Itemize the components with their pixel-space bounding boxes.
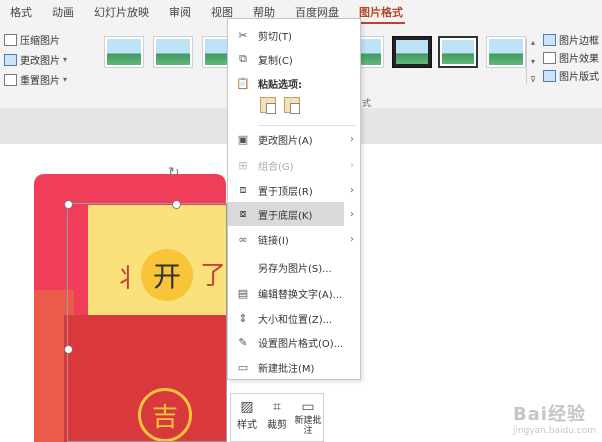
picture-style-thumb[interactable] — [438, 36, 478, 68]
new-comment-icon: ▭ — [237, 360, 249, 374]
reset-picture-icon — [4, 73, 17, 86]
watermark: Bai经验 jingyan.baidu.com — [512, 404, 596, 436]
tab-format[interactable]: 格式 — [0, 0, 42, 26]
style-icon: ▨ — [240, 399, 254, 415]
chevron-down-icon[interactable]: ▾ — [531, 57, 535, 66]
link-icon: ∞ — [238, 232, 248, 246]
menu-item-edit-alt-text[interactable]: ▤ 编辑替换文字(A)... — [228, 281, 360, 305]
picture-style-thumb[interactable] — [104, 36, 144, 68]
chevron-right-icon: › — [350, 133, 354, 145]
rotate-handle-icon[interactable]: ↻ — [168, 165, 180, 181]
picture-effects-button[interactable]: 图片效果 — [543, 50, 599, 65]
chevron-right-icon: › — [350, 208, 354, 220]
size-position-icon: ⇕ — [238, 311, 248, 325]
mini-toolbar: ▨ 样式 ⌗ 裁剪 ▭ 新建批注 — [230, 393, 324, 442]
chevron-down-icon: ▾ — [63, 55, 68, 64]
tab-slideshow[interactable]: 幻灯片放映 — [84, 0, 159, 26]
menu-item-copy[interactable]: ⧉ 复制(C) — [228, 47, 360, 71]
menu-item-change-picture[interactable]: ▣ 更改图片(A) › — [228, 127, 360, 151]
comment-icon: ▭ — [301, 399, 315, 415]
context-menu: ✂ 剪切(T) ⧉ 复制(C) 📋 粘贴选项: ▣ 更改图片(A) › ⊞ 组合… — [227, 18, 361, 380]
more-icon[interactable]: ⊽ — [530, 75, 536, 84]
picture-style-thumb[interactable] — [153, 36, 193, 68]
menu-separator — [258, 125, 356, 126]
send-to-back-icon: ⧇ — [239, 207, 247, 220]
paste-options-row — [260, 97, 300, 114]
change-picture-icon: ▣ — [237, 132, 249, 146]
menu-item-save-as-picture[interactable]: 另存为图片(S)... — [228, 255, 360, 279]
group-icon: ⊞ — [238, 158, 248, 172]
effects-icon — [543, 51, 556, 64]
menu-label-paste-options: 📋 粘贴选项: — [236, 76, 302, 91]
style-button[interactable]: ▨ 样式 — [233, 398, 261, 431]
menu-item-new-comment[interactable]: ▭ 新建批注(M) — [228, 355, 360, 379]
menu-item-format-picture[interactable]: ✎ 设置图片格式(O)... — [228, 330, 360, 354]
picture-layout-button[interactable]: 图片版式 — [543, 68, 599, 83]
menu-item-bring-to-front[interactable]: ⧈ 置于顶层(R) › — [228, 178, 360, 202]
tab-animations[interactable]: 动画 — [42, 0, 84, 26]
resize-handle[interactable] — [64, 345, 73, 354]
paste-picture-icon[interactable] — [284, 97, 300, 114]
format-picture-icon: ✎ — [238, 335, 248, 349]
border-icon — [543, 33, 556, 46]
menu-item-send-to-back[interactable]: ⧇ 置于底层(K) — [228, 202, 344, 226]
resize-handle[interactable] — [172, 200, 181, 209]
chevron-right-icon: › — [350, 184, 354, 196]
paste-keep-format-icon[interactable] — [260, 97, 276, 114]
picture-style-thumb[interactable] — [486, 36, 526, 68]
tab-review[interactable]: 审阅 — [159, 0, 201, 26]
paste-icon: 📋 — [236, 76, 250, 90]
compress-icon — [4, 33, 17, 46]
reset-picture-button[interactable]: 重置图片 ▾ — [4, 72, 67, 87]
bring-to-front-icon: ⧈ — [239, 183, 247, 196]
chevron-right-icon: › — [350, 159, 354, 171]
chevron-right-icon: › — [350, 233, 354, 245]
picture-border-button[interactable]: 图片边框 — [543, 32, 599, 47]
layout-icon — [543, 69, 556, 82]
chevron-down-icon: ▾ — [63, 75, 68, 84]
crop-button[interactable]: ⌗ 裁剪 — [263, 398, 291, 431]
menu-item-size-position[interactable]: ⇕ 大小和位置(Z)... — [228, 306, 360, 330]
menu-item-link[interactable]: ∞ 链接(I) › — [228, 227, 360, 251]
chevron-up-icon[interactable]: ▴ — [531, 38, 535, 47]
gallery-scroll[interactable]: ▴ ▾ ⊽ — [526, 38, 539, 84]
change-picture-icon — [4, 53, 17, 66]
selection-frame — [67, 203, 227, 442]
alt-text-icon: ▤ — [237, 286, 249, 300]
compress-pictures-button[interactable]: 压缩图片 — [4, 32, 60, 47]
resize-handle[interactable] — [64, 200, 73, 209]
new-comment-button[interactable]: ▭ 新建批注 — [293, 398, 323, 436]
crop-icon: ⌗ — [273, 399, 281, 415]
change-picture-button[interactable]: 更改图片 ▾ — [4, 52, 67, 67]
scissors-icon: ✂ — [238, 28, 248, 42]
copy-icon: ⧉ — [239, 52, 247, 65]
picture-style-thumb[interactable] — [392, 36, 432, 68]
menu-item-group: ⊞ 组合(G) › — [228, 153, 360, 177]
menu-item-cut[interactable]: ✂ 剪切(T) — [228, 23, 360, 47]
